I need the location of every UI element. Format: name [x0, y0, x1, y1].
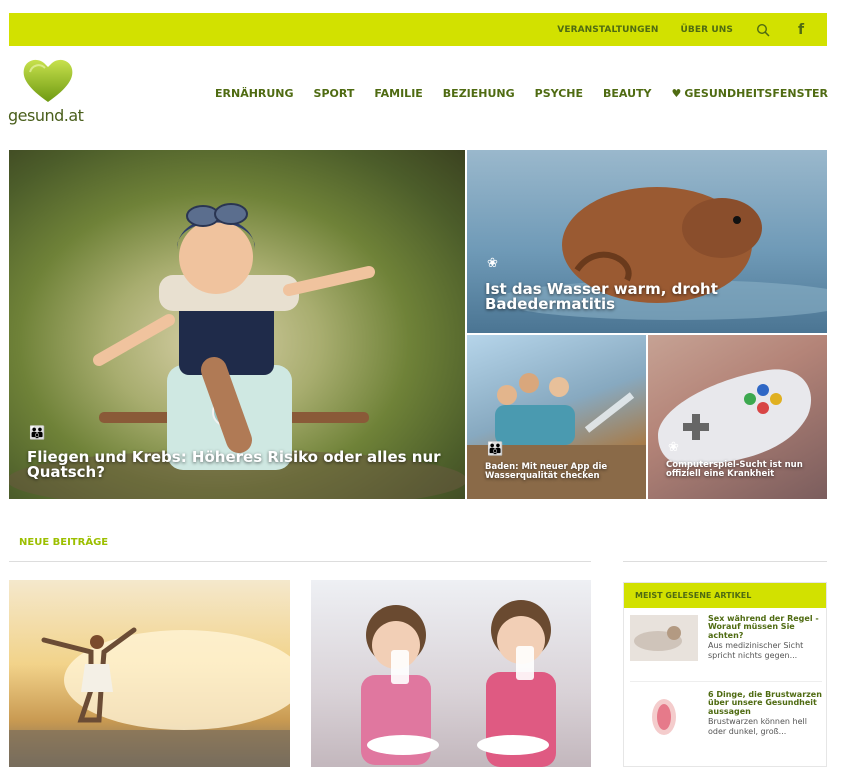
nav-gesundheitsfenster[interactable]: ♥ GESUNDHEITSFENSTER: [672, 87, 829, 100]
most-read-title: MEIST GELESENE ARTIKEL: [624, 583, 826, 608]
leaf-icon: ❀: [668, 439, 679, 454]
facebook-icon[interactable]: f: [793, 22, 809, 38]
most-read-item[interactable]: Sex während der Regel - Worauf müssen Si…: [630, 614, 822, 661]
family-icon: 👪: [29, 425, 46, 440]
most-read-item[interactable]: 6 Dinge, die Brustwarzen über unsere Ges…: [630, 690, 822, 737]
hero-article-computerspiel[interactable]: ❀ Computerspiel-Sucht ist nun offiziell …: [648, 335, 827, 499]
leaf-icon: ❀: [487, 255, 498, 270]
most-read-item-excerpt: Brustwarzen können hell oder dunkel, gro…: [708, 717, 807, 736]
family-icon: 👪: [487, 441, 504, 456]
hero-image-boy-airplane: [9, 203, 465, 499]
hero-title: Fliegen und Krebs: Höheres Risiko oder a…: [27, 447, 441, 482]
section-divider: [9, 561, 591, 562]
article-image-girls-milk: [361, 600, 556, 767]
nav-psyche[interactable]: PSYCHE: [535, 87, 583, 100]
hero-title: Computerspiel-Sucht ist nun offiziell ei…: [666, 460, 803, 480]
most-read-item-title: 6 Dinge, die Brustwarzen über unsere Ges…: [708, 690, 822, 716]
hero-title: Ist das Wasser warm, droht Badedermatiti…: [485, 279, 718, 314]
article-thumb: [630, 615, 698, 661]
article-card-girls-milk[interactable]: [311, 580, 591, 767]
most-read-item-title: Sex während der Regel - Worauf müssen Si…: [708, 614, 819, 640]
nav-familie[interactable]: FAMILIE: [374, 87, 422, 100]
main-nav: ERNÄHRUNG SPORT FAMILIE BEZIEHUNG PSYCHE…: [215, 87, 828, 100]
top-bar: VERANSTALTUNGEN ÜBER UNS f: [9, 13, 827, 46]
nav-ernaehrung[interactable]: ERNÄHRUNG: [215, 87, 294, 100]
link-ueber-uns[interactable]: ÜBER UNS: [680, 25, 733, 35]
divider: [630, 681, 822, 682]
logo-wordmark: gesund.at: [8, 106, 84, 125]
hero-article-baden-app[interactable]: 👪 Baden: Mit neuer App die Wasserqualitä…: [467, 335, 646, 499]
article-thumb: [630, 691, 698, 737]
most-read-item-excerpt: Aus medizinischer Sicht spricht nichts g…: [708, 641, 804, 660]
most-read-widget: MEIST GELESENE ARTIKEL Sex während der R…: [623, 582, 827, 767]
nav-beziehung[interactable]: BEZIEHUNG: [443, 87, 515, 100]
heart-icon: ♥: [671, 87, 682, 100]
sidebar-divider: [623, 561, 827, 562]
search-icon[interactable]: [755, 22, 771, 38]
article-card-beach[interactable]: [9, 580, 290, 767]
site-logo[interactable]: gesund.at: [8, 56, 98, 126]
section-title: NEUE BEITRÄGE: [19, 537, 109, 548]
link-veranstaltungen[interactable]: VERANSTALTUNGEN: [557, 25, 658, 35]
hero-article-badedermatitis[interactable]: ❀ Ist das Wasser warm, droht Badedermati…: [467, 150, 827, 333]
hero-article-flying[interactable]: 👪 Fliegen und Krebs: Höheres Risiko oder…: [9, 150, 465, 499]
article-image-woman-beach: [9, 627, 290, 767]
nav-sport[interactable]: SPORT: [314, 87, 355, 100]
nav-gesundheitsfenster-label: GESUNDHEITSFENSTER: [684, 87, 828, 100]
nav-beauty[interactable]: BEAUTY: [603, 87, 651, 100]
heart-logo-icon: [23, 59, 73, 102]
hero-title: Baden: Mit neuer App die Wasserqualität …: [485, 462, 608, 482]
